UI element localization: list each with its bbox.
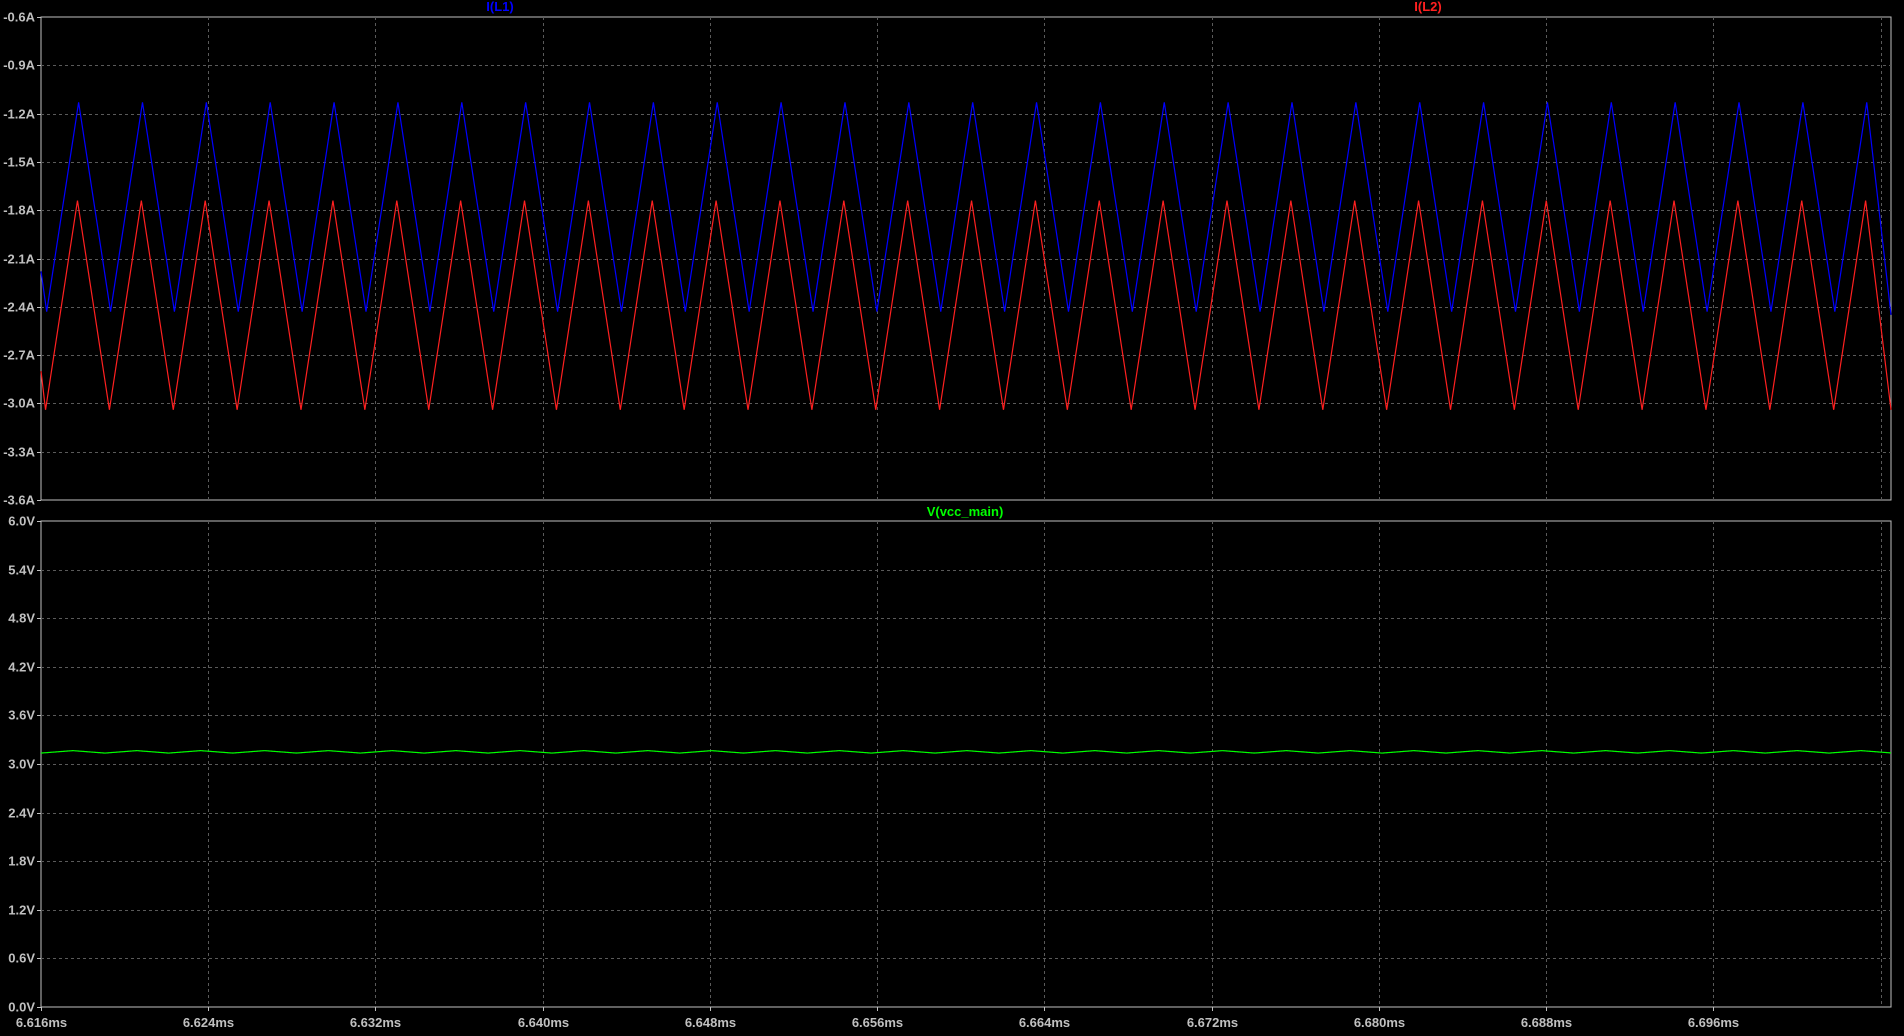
x-tick-label: 6.688ms [1521, 1015, 1572, 1030]
voltage-pane-trace-labels[interactable]: V(vcc_main) [927, 504, 1004, 519]
y-tick-label: 0.6V [8, 951, 35, 966]
x-tick-label: 6.672ms [1187, 1015, 1238, 1030]
trace-label-i-l2[interactable]: I(L2) [1414, 0, 1441, 14]
y-tick-label: 3.6V [8, 708, 35, 723]
y-tick-label: 2.4V [8, 806, 35, 821]
y-tick-label: -2.4A [3, 300, 35, 315]
y-tick-label: -1.8A [3, 203, 35, 218]
y-tick-label: 6.0V [8, 514, 35, 529]
y-tick-label: -2.1A [3, 252, 35, 267]
x-tick-label: 6.640ms [518, 1015, 569, 1030]
y-tick-label: -0.9A [3, 58, 35, 73]
x-tick-label: 6.664ms [1019, 1015, 1070, 1030]
x-tick-label: 6.648ms [685, 1015, 736, 1030]
x-tick-label: 6.632ms [350, 1015, 401, 1030]
y-tick-label: -3.6A [3, 493, 35, 508]
x-tick-label: 6.624ms [183, 1015, 234, 1030]
y-tick-label: 5.4V [8, 563, 35, 578]
y-tick-label: -3.0A [3, 396, 35, 411]
y-tick-label: -1.2A [3, 107, 35, 122]
y-tick-label: -0.6A [3, 10, 35, 25]
y-tick-label: 3.0V [8, 757, 35, 772]
y-tick-label: 4.2V [8, 660, 35, 675]
y-tick-label: 0.0V [8, 1000, 35, 1015]
trace-label-i-l1[interactable]: I(L1) [486, 0, 513, 14]
y-tick-label: -2.7A [3, 348, 35, 363]
y-tick-label: 4.8V [8, 611, 35, 626]
y-tick-label: 1.2V [8, 903, 35, 918]
trace-label-v-vcc-main[interactable]: V(vcc_main) [927, 504, 1004, 519]
y-tick-label: -3.3A [3, 445, 35, 460]
x-tick-label: 6.616ms [16, 1015, 67, 1030]
x-tick-label: 6.656ms [852, 1015, 903, 1030]
waveform-viewer[interactable]: -0.6A -0.9A -1.2A -1.5A -1.8A -2.1A -2.4A -2.7A… [0, 0, 1904, 1036]
y-tick-label: 1.8V [8, 854, 35, 869]
y-tick-label: -1.5A [3, 155, 35, 170]
x-tick-label: 6.680ms [1354, 1015, 1405, 1030]
x-tick-label: 6.696ms [1688, 1015, 1739, 1030]
